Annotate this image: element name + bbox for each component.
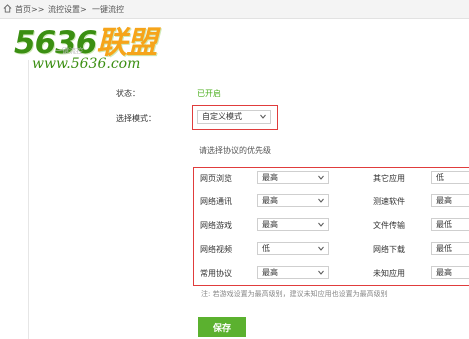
mode-select[interactable]: 自定义模式 bbox=[197, 110, 271, 124]
priority-hint: 请选择协议的优先级 bbox=[199, 146, 271, 155]
status-label: 状态： bbox=[116, 89, 140, 98]
protocol-select-common[interactable]: 最高 bbox=[257, 266, 329, 279]
mode-label: 选择模式： bbox=[116, 114, 156, 123]
mode-select-value: 自定义模式 bbox=[202, 112, 242, 121]
protocol-label-file-transfer: 文件传输 bbox=[373, 221, 405, 230]
protocol-select-unknown[interactable]: 最高 bbox=[431, 266, 469, 279]
protocol-select-other[interactable]: 低 bbox=[431, 171, 469, 184]
protocol-value-video: 低 bbox=[262, 244, 270, 253]
save-button[interactable]: 保存 bbox=[198, 317, 246, 337]
protocol-select-file-transfer[interactable]: 最低 bbox=[431, 218, 469, 231]
watermark-logo: 5636联盟 www.5636.com bbox=[14, 17, 189, 75]
protocol-value-unknown: 最高 bbox=[436, 268, 452, 277]
protocol-select-speedtest[interactable]: 最高 bbox=[431, 194, 469, 207]
chevron-down-icon bbox=[318, 270, 324, 275]
chevron-down-icon bbox=[260, 114, 266, 119]
protocol-select-download[interactable]: 最低 bbox=[431, 242, 469, 255]
protocols-highlight-box bbox=[193, 167, 469, 286]
protocol-value-other: 低 bbox=[436, 173, 444, 182]
protocol-label-video: 网络视频 bbox=[200, 245, 232, 254]
page-heading-ghost: 一键流控 bbox=[55, 47, 83, 55]
content-divider bbox=[28, 60, 29, 339]
breadcrumb-flow-settings[interactable]: 流控设置> bbox=[48, 4, 87, 15]
protocol-select-video[interactable]: 低 bbox=[257, 242, 329, 255]
logo-url: www.5636.com bbox=[32, 56, 141, 72]
protocol-value-file-transfer: 最低 bbox=[436, 220, 452, 229]
protocol-label-other: 其它应用 bbox=[373, 174, 405, 183]
protocol-select-web[interactable]: 最高 bbox=[257, 171, 329, 184]
protocol-label-unknown: 未知应用 bbox=[373, 269, 405, 278]
chevron-down-icon bbox=[318, 175, 324, 180]
protocol-value-download: 最低 bbox=[436, 244, 452, 253]
protocol-label-web: 网页浏览 bbox=[200, 174, 232, 183]
protocol-value-common: 最高 bbox=[262, 268, 278, 277]
breadcrumb-current: 一键流控 bbox=[92, 5, 124, 14]
protocol-select-game[interactable]: 最高 bbox=[257, 218, 329, 231]
protocol-label-download: 网络下载 bbox=[373, 245, 405, 254]
status-value: 已开启 bbox=[197, 89, 221, 98]
protocol-label-common: 常用协议 bbox=[200, 269, 232, 278]
protocol-label-game: 网络游戏 bbox=[200, 221, 232, 230]
home-icon[interactable] bbox=[3, 4, 12, 13]
protocol-value-web: 最高 bbox=[262, 173, 278, 182]
protocol-value-speedtest: 最高 bbox=[436, 196, 452, 205]
chevron-down-icon bbox=[318, 246, 324, 251]
protocol-value-game: 最高 bbox=[262, 220, 278, 229]
protocol-value-im: 最高 bbox=[262, 196, 278, 205]
chevron-down-icon bbox=[318, 198, 324, 203]
protocol-label-speedtest: 测速软件 bbox=[373, 197, 405, 206]
breadcrumb-home[interactable]: 首页>> bbox=[15, 4, 44, 15]
chevron-down-icon bbox=[318, 222, 324, 227]
protocol-select-im[interactable]: 最高 bbox=[257, 194, 329, 207]
protocol-label-im: 网络通讯 bbox=[200, 197, 232, 206]
priority-note: 注: 若游戏设置为最高级别，建议未知应用也设置为最高级别 bbox=[201, 290, 388, 298]
